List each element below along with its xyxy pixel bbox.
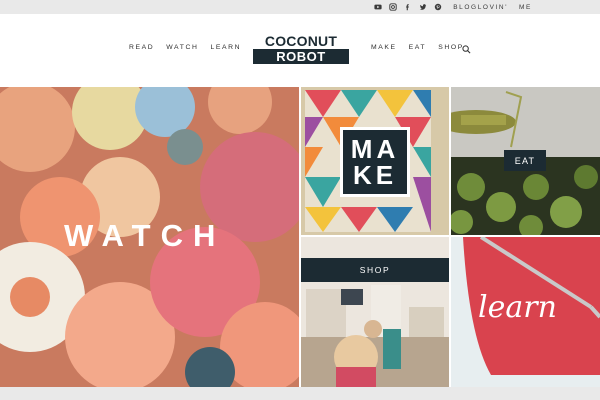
bottom-strip bbox=[0, 387, 600, 400]
main-nav-left: READ WATCH LEARN bbox=[129, 44, 241, 51]
nav-make[interactable]: MAKE bbox=[371, 44, 397, 51]
make-label-line-1: MA bbox=[350, 134, 400, 164]
site-header: READ WATCH LEARN COCONUT ROBOT MAKE EAT … bbox=[0, 14, 600, 86]
nav-shop[interactable]: SHOP bbox=[438, 44, 464, 51]
bloglovin-link[interactable]: BLOGLOVIN' bbox=[453, 4, 508, 11]
logo-line-2: ROBOT bbox=[253, 49, 349, 64]
nav-read[interactable]: READ bbox=[129, 44, 154, 51]
youtube-icon[interactable] bbox=[374, 3, 382, 11]
shop-label-bar: SHOP bbox=[301, 258, 449, 282]
me-link[interactable]: ME bbox=[519, 4, 532, 11]
facebook-icon[interactable] bbox=[404, 3, 412, 11]
learn-label: learn bbox=[478, 290, 557, 325]
eat-label-box: EAT bbox=[504, 150, 546, 171]
top-utility-bar: BLOGLOVIN' ME bbox=[0, 0, 600, 14]
pinterest-icon[interactable] bbox=[434, 3, 442, 11]
eat-label: EAT bbox=[514, 155, 536, 166]
site-logo[interactable]: COCONUT ROBOT bbox=[253, 33, 349, 64]
logo-line-1: COCONUT bbox=[264, 33, 338, 49]
watch-tile[interactable]: WATCH bbox=[0, 87, 299, 387]
shop-label: SHOP bbox=[359, 265, 391, 275]
twitter-icon[interactable] bbox=[419, 3, 427, 11]
make-label-box: MA KE bbox=[340, 127, 410, 197]
search-icon[interactable] bbox=[462, 45, 471, 54]
nav-learn[interactable]: LEARN bbox=[210, 44, 241, 51]
main-nav-right: MAKE EAT SHOP bbox=[371, 44, 464, 51]
make-label-line-2: KE bbox=[352, 160, 398, 190]
watch-label: WATCH bbox=[64, 218, 226, 253]
instagram-icon[interactable] bbox=[389, 3, 397, 11]
nav-watch[interactable]: WATCH bbox=[166, 44, 198, 51]
nav-eat[interactable]: EAT bbox=[409, 44, 427, 51]
